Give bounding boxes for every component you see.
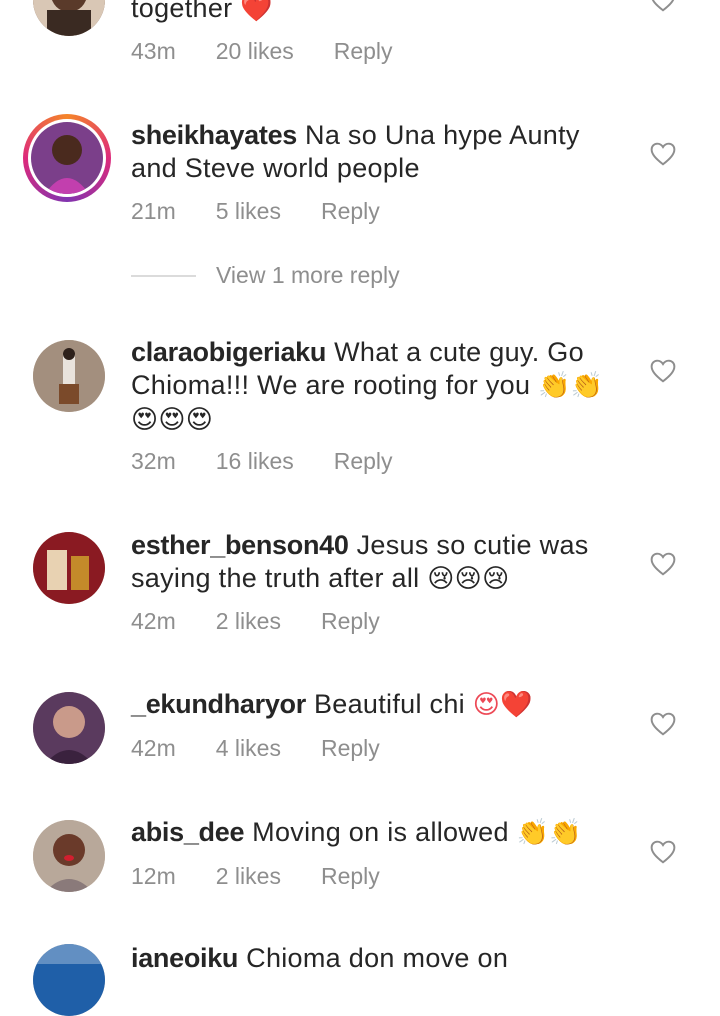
avatar[interactable]	[33, 0, 105, 36]
heart-icon[interactable]	[650, 142, 676, 166]
comment-text: abis_dee Moving on is allowed 👏👏	[131, 817, 582, 848]
comment-likes[interactable]: 16 likes	[216, 448, 294, 475]
avatar[interactable]	[33, 532, 105, 604]
comment-username[interactable]: ianeoiku	[131, 943, 238, 973]
reply-button[interactable]: Reply	[334, 448, 393, 475]
comment-text: ianeoiku Chioma don move on	[131, 943, 509, 973]
comment-time: 42m	[131, 735, 176, 761]
comment-text: _ekundharyor Beautiful chi 😍❤️	[131, 689, 533, 720]
avatar[interactable]	[33, 944, 105, 1016]
heart-icon[interactable]	[650, 840, 676, 864]
view-more-replies[interactable]: View 1 more reply	[131, 262, 400, 289]
comment-likes[interactable]: 20 likes	[216, 38, 294, 65]
avatar[interactable]	[33, 820, 105, 892]
comment-username[interactable]: _ekundharyor	[131, 689, 306, 719]
comment-meta: 12m 2 likes Reply	[131, 863, 420, 890]
comment-username[interactable]: abis_dee	[131, 817, 244, 847]
comment-username[interactable]: claraobigeriaku	[131, 337, 326, 367]
avatar[interactable]	[33, 692, 105, 764]
reply-button[interactable]: Reply	[321, 863, 380, 890]
comment-time: 43m	[131, 38, 176, 64]
reply-button[interactable]: Reply	[321, 608, 380, 635]
comment-text: claraobigeriaku What a cute guy. Go Chiom…	[131, 337, 604, 435]
reply-button[interactable]: Reply	[334, 38, 393, 65]
heart-icon[interactable]	[650, 359, 676, 383]
reply-button[interactable]: Reply	[321, 735, 380, 762]
avatar[interactable]	[23, 114, 111, 202]
comment-username[interactable]: esther_benson40	[131, 530, 349, 560]
divider	[131, 274, 196, 277]
comment-text: esther_benson40 Jesus so cutie was saying…	[131, 530, 589, 594]
comment-likes[interactable]: 4 likes	[216, 735, 281, 762]
comment-meta: 32m 16 likes Reply	[131, 448, 433, 475]
avatar[interactable]	[33, 340, 105, 412]
heart-icon[interactable]	[650, 712, 676, 736]
comment-time: 21m	[131, 198, 176, 224]
heart-icon[interactable]	[650, 552, 676, 576]
comment-likes[interactable]: 2 likes	[216, 608, 281, 635]
comment-likes[interactable]: 5 likes	[216, 198, 281, 225]
comment-time: 32m	[131, 448, 176, 474]
comment-meta: 21m 5 likes Reply	[131, 198, 420, 225]
comment-meta: 42m 4 likes Reply	[131, 735, 420, 762]
comment-text: sheikhayates Na so Una hype Aunty and Ste…	[131, 120, 580, 183]
heart-icon[interactable]	[650, 0, 676, 12]
comment-time: 42m	[131, 608, 176, 634]
comment-time: 12m	[131, 863, 176, 889]
comment-text: together ❤️	[131, 0, 273, 24]
reply-button[interactable]: Reply	[321, 198, 380, 225]
comment-likes[interactable]: 2 likes	[216, 863, 281, 890]
comment-username[interactable]: sheikhayates	[131, 120, 297, 150]
comment-meta: 42m 2 likes Reply	[131, 608, 420, 635]
comment-meta: 43m 20 likes Reply	[131, 38, 433, 65]
